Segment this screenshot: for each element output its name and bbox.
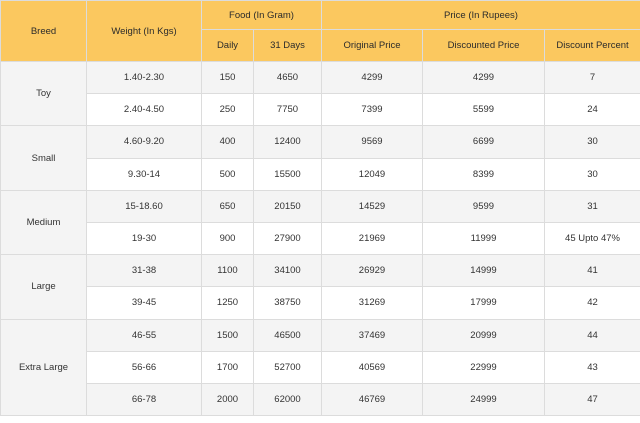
- days31-cell: 38750: [253, 286, 322, 320]
- discounted-price-cell: 11999: [422, 221, 545, 256]
- discounted-price-cell: 8399: [422, 157, 545, 191]
- header-price: Price (In Rupees): [320, 0, 640, 30]
- original-price-cell: 37469: [321, 318, 423, 352]
- original-price-cell: 7399: [321, 93, 423, 127]
- discounted-price-cell: 14999: [422, 254, 545, 288]
- weight-cell: 56-66: [86, 350, 202, 384]
- days31-cell: 46500: [253, 318, 322, 352]
- discounted-price-cell: 4299: [422, 60, 545, 95]
- daily-cell: 1500: [201, 318, 254, 352]
- weight-cell: 39-45: [86, 286, 202, 320]
- daily-cell: 250: [201, 93, 254, 127]
- discount-percent-cell: 31: [543, 189, 640, 223]
- days31-cell: 34100: [253, 254, 322, 288]
- breed-cell: Small: [0, 125, 87, 191]
- original-price-cell: 46769: [321, 382, 423, 417]
- discount-percent-cell: 30: [543, 157, 640, 191]
- discounted-price-cell: 9599: [422, 189, 545, 223]
- daily-cell: 500: [201, 157, 254, 191]
- weight-cell: 15-18.60: [86, 189, 202, 223]
- daily-cell: 2000: [201, 382, 254, 417]
- daily-cell: 650: [201, 189, 254, 223]
- discount-percent-cell: 30: [543, 125, 640, 159]
- original-price-cell: 4299: [321, 60, 423, 95]
- days31-cell: 27900: [253, 221, 322, 256]
- daily-cell: 1100: [201, 254, 254, 288]
- weight-cell: 31-38: [86, 254, 202, 288]
- discounted-price-cell: 5599: [422, 93, 545, 127]
- discount-percent-cell: 24: [543, 93, 640, 127]
- table-row: Extra Large 46-55 1500 46500 37469 20999…: [0, 318, 640, 417]
- header-discount-percent: Discount Percent: [543, 29, 640, 62]
- daily-cell: 400: [201, 125, 254, 159]
- table-row: 39-45 1250 38750 31269 17999 42: [1, 286, 640, 320]
- days31-cell: 20150: [253, 189, 322, 223]
- breed-cell: Medium: [0, 189, 87, 256]
- original-price-cell: 21969: [321, 221, 423, 256]
- days31-cell: 4650: [253, 60, 322, 95]
- original-price-cell: 14529: [321, 189, 423, 223]
- discount-percent-cell: 47: [543, 382, 640, 417]
- discount-percent-cell: 44: [543, 318, 640, 352]
- header-original-price: Original Price: [321, 29, 423, 62]
- header-row-top: Breed Weight (In Kgs) Food (In Gram) Pri…: [0, 0, 640, 62]
- daily-cell: 1700: [201, 350, 254, 384]
- weight-cell: 1.40-2.30: [86, 60, 202, 95]
- discount-percent-cell: 42: [543, 286, 640, 320]
- discounted-price-cell: 24999: [422, 382, 545, 417]
- original-price-cell: 40569: [321, 350, 423, 384]
- discounted-price-cell: 17999: [422, 286, 545, 320]
- discounted-price-cell: 22999: [422, 350, 545, 384]
- discount-percent-cell: 43: [543, 350, 640, 384]
- table-row: Medium 15-18.60 650 20150 14529 9599 31: [0, 189, 640, 256]
- breed-cell: Extra Large: [0, 318, 87, 417]
- table-row: 19-30 900 27900 21969 11999 45 Upto 47%: [1, 221, 640, 256]
- dog-food-price-table: Breed Weight (In Kgs) Food (In Gram) Pri…: [0, 0, 640, 417]
- header-weight: Weight (In Kgs): [86, 0, 202, 62]
- table-row: Large 31-38 1100 34100 26929 14999 41: [0, 254, 640, 320]
- days31-cell: 12400: [253, 125, 322, 159]
- table-row: Small 4.60-9.20 400 12400 9569 6699 30: [0, 125, 640, 191]
- original-price-cell: 9569: [321, 125, 423, 159]
- table-row: 2.40-4.50 250 7750 7399 5599 24: [1, 93, 640, 127]
- table-row: 66-78 2000 62000 46769 24999 47: [1, 382, 640, 417]
- breed-cell: Large: [0, 254, 87, 320]
- daily-cell: 1250: [201, 286, 254, 320]
- header-31-days: 31 Days: [253, 29, 322, 62]
- table-row: 56-66 1700 52700 40569 22999 43: [1, 350, 640, 384]
- weight-cell: 66-78: [86, 382, 202, 417]
- original-price-cell: 31269: [321, 286, 423, 320]
- header-breed: Breed: [0, 0, 87, 62]
- original-price-cell: 12049: [321, 157, 423, 191]
- header-discounted-price: Discounted Price: [422, 29, 545, 62]
- discounted-price-cell: 6699: [422, 125, 545, 159]
- weight-cell: 46-55: [86, 318, 202, 352]
- days31-cell: 15500: [253, 157, 322, 191]
- weight-cell: 9.30-14: [86, 157, 202, 191]
- discounted-price-cell: 20999: [422, 318, 545, 352]
- weight-cell: 2.40-4.50: [86, 93, 202, 127]
- table-row: Toy 1.40-2.30 150 4650 4299 4299 7: [0, 60, 640, 127]
- header-daily: Daily: [201, 29, 254, 62]
- daily-cell: 900: [201, 221, 254, 256]
- daily-cell: 150: [201, 60, 254, 95]
- original-price-cell: 26929: [321, 254, 423, 288]
- days31-cell: 7750: [253, 93, 322, 127]
- days31-cell: 62000: [253, 382, 322, 417]
- table-row: 9.30-14 500 15500 12049 8399 30: [1, 157, 640, 191]
- discount-percent-cell: 7: [543, 60, 640, 95]
- weight-cell: 19-30: [86, 221, 202, 256]
- discount-percent-cell: 45 Upto 47%: [543, 221, 640, 256]
- discount-percent-cell: 41: [543, 254, 640, 288]
- breed-cell: Toy: [0, 60, 87, 127]
- days31-cell: 52700: [253, 350, 322, 384]
- weight-cell: 4.60-9.20: [86, 125, 202, 159]
- header-food: Food (In Gram): [201, 0, 322, 30]
